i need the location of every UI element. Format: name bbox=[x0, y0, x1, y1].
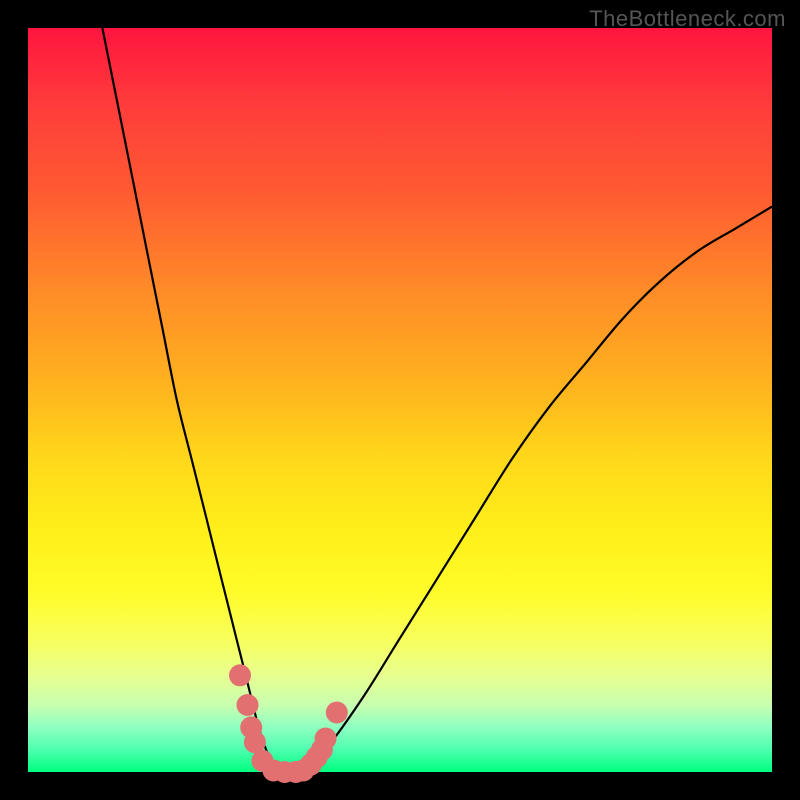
bottleneck-curve bbox=[102, 28, 772, 773]
highlight-markers bbox=[229, 664, 348, 783]
highlight-point bbox=[315, 728, 337, 750]
plot-area bbox=[28, 28, 772, 772]
chart-frame: TheBottleneck.com bbox=[0, 0, 800, 800]
chart-svg bbox=[28, 28, 772, 772]
highlight-point bbox=[237, 694, 259, 716]
highlight-point bbox=[229, 664, 251, 686]
watermark-text: TheBottleneck.com bbox=[589, 6, 786, 32]
highlight-point bbox=[326, 702, 348, 724]
